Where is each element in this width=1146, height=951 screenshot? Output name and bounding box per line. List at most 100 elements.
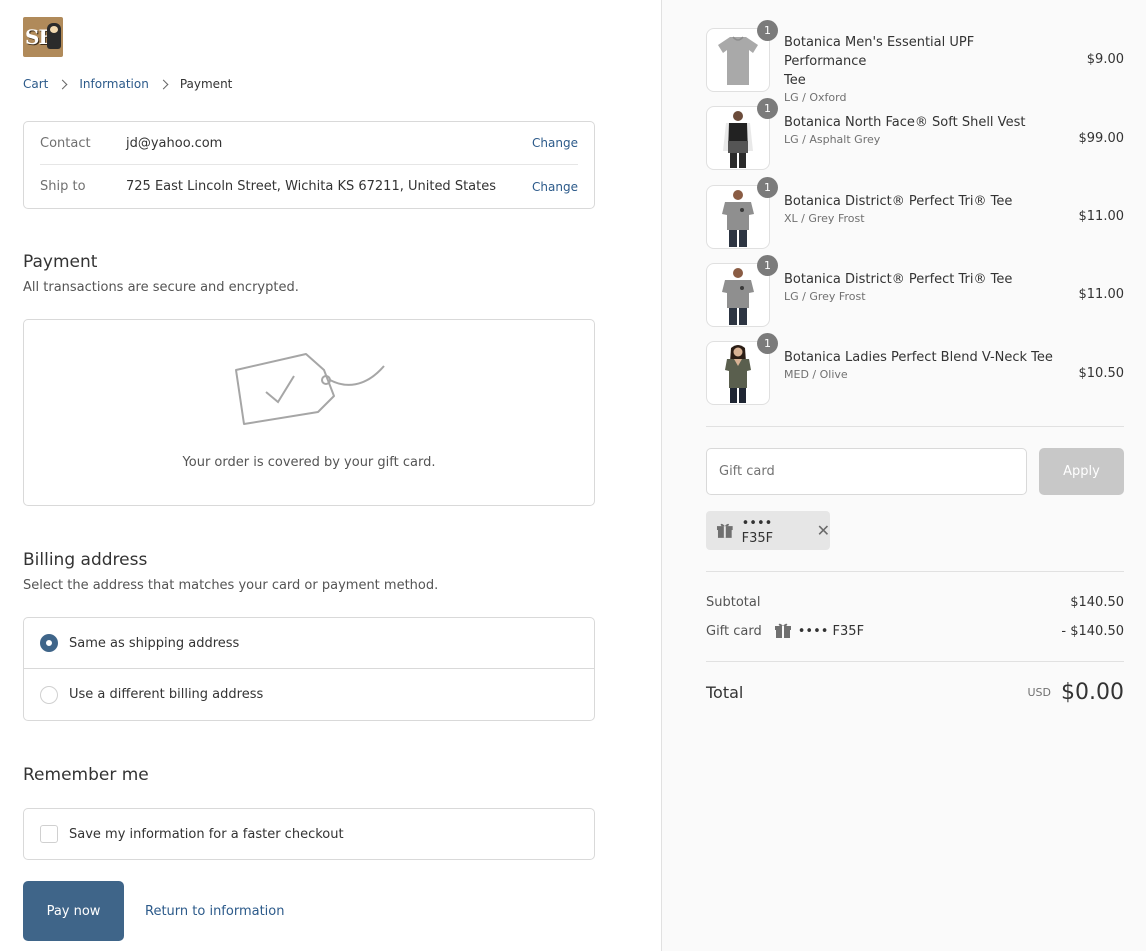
contact-label: Contact [40,135,91,151]
gift-icon [774,623,791,638]
gift-card-code: •••• F35F [797,623,865,639]
review-block: Contact jd@yahoo.com Change Ship to 725 … [23,121,595,209]
quantity-badge: 1 [757,255,778,276]
product-name-line: Tee [784,73,806,88]
pay-now-button[interactable]: Pay now [23,881,124,941]
contact-row: Contact jd@yahoo.com Change [40,122,578,165]
product-variant: MED / Olive [784,368,848,381]
billing-option-different[interactable]: Use a different billing address [24,669,594,720]
line-item: 1 Botanica Ladies Perfect Blend V-Neck T… [706,333,1125,405]
remember-me-checkbox[interactable] [40,825,58,843]
quantity-badge: 1 [757,98,778,119]
total-value: $0.00 [1061,680,1124,705]
chevron-right-icon [158,79,169,89]
breadcrumb: Cart Information Payment [23,77,232,91]
product-thumbnail: 1 [706,333,778,405]
change-contact-link[interactable]: Change [532,136,578,150]
quantity-badge: 1 [757,20,778,41]
tee-model-image [722,190,754,247]
gift-card-applied: •••• F35F [774,622,864,640]
product-info: Botanica Men's Essential UPF Performance… [784,33,1054,104]
product-name: Botanica Ladies Perfect Blend V-Neck Tee [784,350,1053,365]
product-name: Botanica Men's Essential UPF Performance… [784,33,1054,90]
payment-covered-note: Your order is covered by your gift card. [182,455,436,470]
payment-title: Payment [23,252,98,272]
product-thumbnail: 1 [706,177,778,249]
product-info: Botanica North Face® Soft Shell Vest LG … [784,113,1054,146]
product-price: $11.00 [1078,287,1125,302]
logo-mascot-icon [47,23,61,49]
subtotal-row: Subtotal $140.50 [706,595,1124,610]
billing-subtitle: Select the address that matches your car… [23,578,439,593]
billing-title: Billing address [23,550,148,570]
billing-options: Same as shipping address Use a different… [23,617,595,721]
ship-to-label: Ship to [40,179,86,194]
product-price: $11.00 [1078,209,1125,224]
subtotal-label: Subtotal [706,595,761,610]
product-info: Botanica Ladies Perfect Blend V-Neck Tee… [784,348,1054,381]
remember-title: Remember me [23,765,149,785]
billing-option-label: Same as shipping address [69,635,240,651]
product-variant: LG / Asphalt Grey [784,133,881,146]
product-thumbnail: 1 [706,255,778,327]
product-thumbnail: 1 [706,98,778,170]
billing-option-same[interactable]: Same as shipping address [24,618,594,669]
line-item: 1 Botanica Men's Essential UPF Performan… [706,20,1124,104]
gift-icon [716,523,733,538]
product-name: Botanica North Face® Soft Shell Vest [784,115,1026,130]
product-variant: XL / Grey Frost [784,212,865,225]
product-name: Botanica District® Perfect Tri® Tee [784,272,1013,287]
remember-me-option[interactable]: Save my information for a faster checkou… [23,808,595,860]
breadcrumb-information[interactable]: Information [79,77,148,91]
line-item: 1 Botanica District® Perfect Tri® Tee XL… [706,177,1125,249]
tshirt-image [718,36,758,85]
store-logo[interactable]: SF [23,17,63,57]
gift-card-discount: - $140.50 [1061,623,1124,639]
gift-card-tag-icon [235,353,385,425]
total-row: Total USD $0.00 [706,680,1124,705]
divider [706,571,1124,572]
total-label: Total [706,683,744,702]
divider [706,426,1124,427]
quantity-badge: 1 [757,177,778,198]
product-thumbnail: 1 [706,20,778,92]
main-panel: SF Cart Information Payment Contact jd@y… [0,0,661,951]
payment-box: Your order is covered by your gift card. [23,319,595,506]
product-variant: LG / Oxford [784,91,847,104]
billing-option-label: Use a different billing address [69,687,264,702]
ship-to-value: 725 East Lincoln Street, Wichita KS 6721… [126,179,497,194]
gift-card-input[interactable] [706,448,1027,495]
subtotal-value: $140.50 [1070,595,1124,610]
remove-gift-card-icon[interactable]: ✕ [817,521,830,540]
gift-card-label: Gift card [706,623,762,639]
product-info: Botanica District® Perfect Tri® Tee XL /… [784,192,1054,225]
remember-me-label: Save my information for a faster checkou… [69,826,344,842]
divider [706,661,1124,662]
applied-gift-card-tag: •••• F35F ✕ [706,511,830,550]
product-price: $9.00 [1086,52,1124,67]
radio-different-billing[interactable] [40,685,58,704]
breadcrumb-cart[interactable]: Cart [23,77,48,91]
vneck-model-image [725,345,751,403]
product-name-line: Botanica Men's Essential UPF Performance [784,35,975,69]
line-item: 1 Botanica District® Perfect Tri® Tee LG… [706,255,1125,327]
quantity-badge: 1 [757,333,778,354]
ship-to-row: Ship to 725 East Lincoln Street, Wichita… [40,165,578,208]
gift-card-row: Gift card •••• F35F - $140.50 [706,622,1124,640]
tee-model-image [722,268,754,325]
contact-value: jd@yahoo.com [126,135,223,151]
change-ship-to-link[interactable]: Change [532,180,578,194]
product-variant: LG / Grey Frost [784,290,866,303]
currency-code: USD [1027,686,1052,699]
apply-button[interactable]: Apply [1039,448,1124,495]
line-item: 1 Botanica North Face® Soft Shell Vest L… [706,98,1125,170]
product-price: $10.50 [1078,366,1125,381]
chevron-right-icon [57,79,68,89]
product-name: Botanica District® Perfect Tri® Tee [784,194,1013,209]
product-info: Botanica District® Perfect Tri® Tee LG /… [784,270,1054,303]
radio-same-as-shipping[interactable] [40,634,58,652]
return-to-information-link[interactable]: Return to information [145,904,284,919]
gift-card-code: •••• F35F [741,515,774,546]
product-price: $99.00 [1078,131,1125,146]
payment-subtitle: All transactions are secure and encrypte… [23,280,299,295]
